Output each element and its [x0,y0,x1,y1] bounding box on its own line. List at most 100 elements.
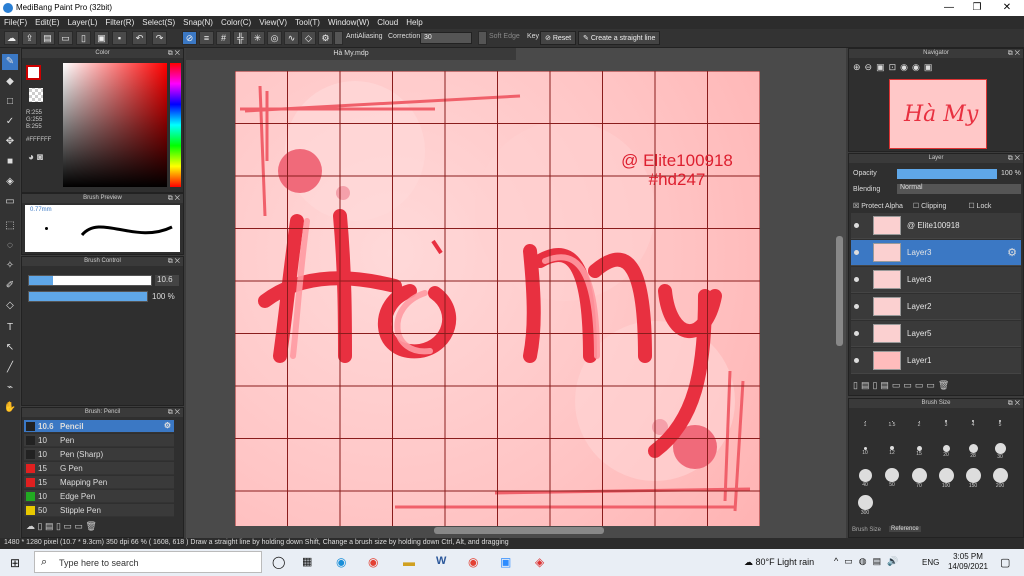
hand-tool-icon[interactable]: ✋ [2,400,18,416]
brush-item-g-pen[interactable]: 15 G Pen [24,462,174,475]
brush-size-option[interactable]: 100 [934,467,958,491]
foreground-swatch[interactable] [26,65,41,80]
tray-icons[interactable]: ^▭◍▤🔊 [834,556,904,567]
brush-size-option[interactable]: 150 [961,467,985,491]
folder-icon[interactable]: ▣ [94,31,109,45]
gear-icon[interactable]: ⚙ [1007,246,1017,259]
brush-size-option[interactable]: 4 [961,413,985,437]
menu-layer[interactable]: Layer(L) [64,16,102,27]
brush-tool-icon[interactable]: ✎ [2,54,18,70]
notification-icon[interactable]: ▢ [1000,556,1010,569]
layer-actions[interactable]: ▯▤▯▤▭▭▭▭🗑 [853,380,952,391]
menu-view[interactable]: View(V) [255,16,291,27]
redo-icon[interactable]: ↷ [152,31,167,45]
brush-item-pen[interactable]: 10 Pen [24,434,174,447]
bucket-tool-icon[interactable]: ◈ [2,174,18,190]
protect-alpha-checkbox[interactable]: ☒ [853,203,861,210]
lock-checkbox[interactable]: ☐ [968,203,976,210]
layer-row[interactable]: Layer2 [851,294,1021,320]
clipping-checkbox[interactable]: ☐ [913,203,921,210]
edge-browser-icon[interactable]: ◉ [336,555,346,569]
gear-icon[interactable]: ⚙ [164,421,171,430]
file-icon[interactable]: ▯ [76,31,91,45]
perspective-snap-icon[interactable]: ◇ [301,31,316,45]
transparent-swatch[interactable] [29,88,43,102]
menu-window[interactable]: Window(W) [324,16,373,27]
chrome-profile-icon[interactable]: ◉ [468,555,478,569]
horizontal-scrollbar[interactable] [434,527,604,534]
search-box[interactable]: ⌕ Type here to search [34,551,262,573]
minimize-button[interactable]: — [934,1,964,15]
windows-start-icon[interactable]: ⊞ [10,556,20,570]
rectangle-tool-icon[interactable]: □ [2,94,18,110]
brush-size-option[interactable]: 300 [853,494,877,518]
maximize-button[interactable]: ❐ [962,1,992,15]
brush-list-actions[interactable]: ☁ ▯ ▤ ▯ ▭ ▭ 🗑 [26,521,97,532]
layer-row[interactable]: Layer1 [851,348,1021,374]
layer-row[interactable]: @ Elite100918 [851,213,1021,239]
brush-size-option[interactable]: 20 [934,440,958,464]
visibility-icon[interactable] [854,331,859,336]
layer-row[interactable]: Layer3 [851,267,1021,293]
move-tool-icon[interactable]: ✥ [2,134,18,150]
word-icon[interactable]: W [436,555,446,567]
lasso-tool-icon[interactable]: ◌ [2,238,18,254]
layer-row[interactable]: Layer5 [851,321,1021,347]
brush-size-option[interactable]: 40 [853,467,877,491]
layer-opacity-slider[interactable] [897,169,997,179]
chat-icon[interactable]: ▭ [58,31,73,45]
radial-snap-icon[interactable]: ✳ [250,31,265,45]
grid-snap-icon[interactable]: # [216,31,231,45]
brush-size-option[interactable]: 5 [988,413,1012,437]
clock[interactable]: 3:05 PM 14/09/2021 [946,552,990,572]
file-explorer-icon[interactable]: ▬ [403,555,415,569]
brush-item-pen-sharp[interactable]: 10 Pen (Sharp) [24,448,174,461]
brush-size-option[interactable]: 200 [988,467,1012,491]
brush-size-option[interactable]: 70 [907,467,931,491]
brush-size-option[interactable]: 2 [907,413,931,437]
circle-snap-icon[interactable]: ◎ [267,31,282,45]
select-pen-tool-icon[interactable]: ✐ [2,278,18,294]
navigator-preview[interactable]: Hà My [889,79,987,149]
brush-item-mapping-pen[interactable]: 15 Mapping Pen [24,476,174,489]
task-view-icon[interactable]: ◯ [272,555,285,569]
menu-snap[interactable]: Snap(N) [179,16,217,27]
soft-edge-checkbox[interactable] [478,31,487,45]
menu-select[interactable]: Select(S) [138,16,179,27]
brush-size-option[interactable]: 30 [988,440,1012,464]
menu-file[interactable]: File(F) [0,16,31,27]
drawing-canvas[interactable]: @ Elite100918 #hd247 [235,71,760,526]
correction-select[interactable]: 30 [420,32,472,44]
brush-size-value[interactable]: 10.6 [155,275,179,286]
magic-wand-tool-icon[interactable]: ✧ [2,258,18,274]
language-indicator[interactable]: ENG [922,558,939,567]
eyedropper-tool-icon[interactable]: ⌁ [2,380,18,396]
text-tool-icon[interactable]: T [2,320,18,336]
visibility-icon[interactable] [854,358,859,363]
cross-snap-icon[interactable]: ╬ [233,31,248,45]
visibility-icon[interactable] [854,304,859,309]
visibility-icon[interactable] [854,250,859,255]
visibility-icon[interactable] [854,277,859,282]
menu-tool[interactable]: Tool(T) [291,16,324,27]
operation-tool-icon[interactable]: ↖ [2,340,18,356]
hue-slider[interactable] [170,63,181,187]
layer-row-selected[interactable]: Layer3 ⚙ [851,240,1021,266]
menu-help[interactable]: Help [402,16,426,27]
document-tab[interactable]: Hà My.mdp [186,48,516,60]
color-picker-field[interactable] [63,63,167,187]
select-tool-icon[interactable]: ⬚ [2,218,18,234]
palette-icon[interactable]: ◕ ◙ [28,152,43,163]
gradient-tool-icon[interactable]: ▭ [2,194,18,210]
weather-widget[interactable]: ☁ 80°F Light rain [744,557,814,568]
multitask-icon[interactable]: ▦ [302,555,312,568]
brush-item-stipple-pen[interactable]: 50 Stipple Pen [24,504,174,517]
divide-tool-icon[interactable]: ╱ [2,360,18,376]
brush-size-slider[interactable] [28,275,152,286]
navigator-controls[interactable]: ⊕⊖▣⊡◉◉▣ [853,62,936,73]
brush-opacity-slider[interactable] [28,291,148,302]
select-eraser-tool-icon[interactable]: ◇ [2,298,18,314]
vertical-scrollbar[interactable] [836,236,843,346]
snap-off-icon[interactable]: ⊘ [182,31,197,45]
brush-size-tab[interactable]: Brush Size [852,527,881,533]
